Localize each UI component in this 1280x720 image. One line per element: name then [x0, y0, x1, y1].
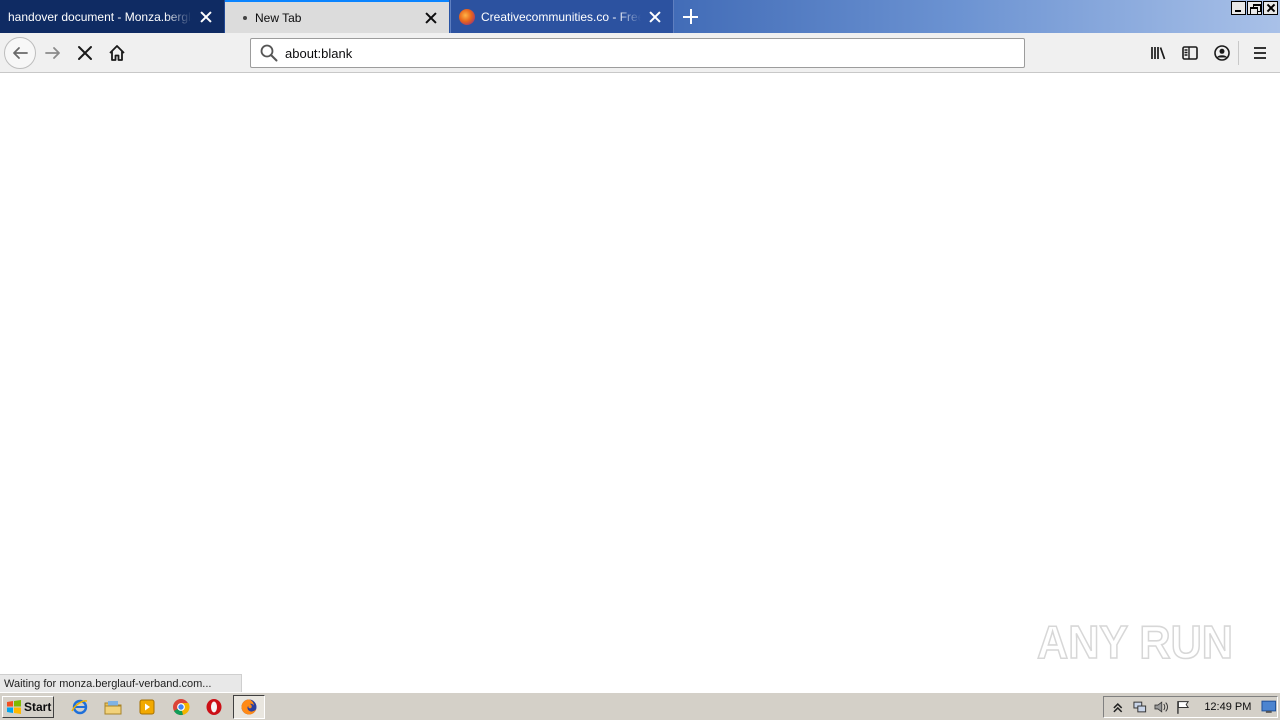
tab-title: handover document - Monza.berglauf-: [8, 9, 192, 24]
chrome-icon[interactable]: [171, 697, 191, 717]
firefox-icon: [241, 699, 257, 715]
toolbar-separator: [1238, 41, 1239, 65]
tab-creativecommunities[interactable]: Creativecommunities.co - Free All: [450, 0, 674, 33]
start-label: Start: [24, 700, 52, 714]
close-icon: [78, 46, 92, 60]
arrow-left-icon: [13, 47, 28, 59]
opera-icon[interactable]: [204, 697, 224, 717]
close-icon[interactable]: [647, 9, 663, 25]
windows-logo-icon: [7, 700, 21, 714]
library-icon: [1151, 47, 1166, 60]
show-desktop-icon[interactable]: [1261, 700, 1277, 714]
taskbar: Start 12:49 PM: [0, 692, 1280, 720]
hamburger-icon: [1254, 47, 1266, 59]
tab-title: New Tab: [255, 10, 302, 25]
clock[interactable]: 12:49 PM: [1204, 701, 1251, 713]
action-center-flag-icon[interactable]: [1175, 699, 1191, 715]
forward-button[interactable]: [37, 37, 69, 69]
volume-icon[interactable]: [1153, 699, 1169, 715]
page-content: [0, 74, 1280, 692]
tab-title: Creativecommunities.co - Free All: [481, 9, 641, 24]
firefox-taskbar-button[interactable]: [233, 695, 265, 719]
sidebar-button[interactable]: [1174, 37, 1206, 69]
start-button[interactable]: Start: [2, 696, 54, 718]
anyrun-watermark-logo: ANY RUN: [1037, 615, 1234, 669]
search-icon: [260, 44, 278, 62]
navigation-toolbar: [0, 33, 1280, 73]
account-icon: [1214, 45, 1230, 61]
tab-strip: handover document - Monza.berglauf- New …: [0, 0, 1280, 33]
watermark-text: ANY RUN: [1037, 616, 1233, 668]
menu-button[interactable]: [1244, 37, 1276, 69]
home-icon: [109, 45, 125, 61]
show-hidden-icons-icon[interactable]: [1110, 699, 1126, 715]
file-explorer-icon[interactable]: [103, 697, 123, 717]
close-icon[interactable]: [198, 9, 214, 25]
window-close-icon[interactable]: [1263, 1, 1278, 15]
library-button[interactable]: [1142, 37, 1174, 69]
home-button[interactable]: [101, 37, 133, 69]
window-controls: [1231, 1, 1278, 15]
minimize-icon[interactable]: [1231, 1, 1246, 15]
media-player-icon[interactable]: [137, 697, 157, 717]
internet-explorer-icon[interactable]: [70, 697, 90, 717]
arrow-right-icon: [45, 47, 60, 59]
site-favicon-icon: [459, 8, 475, 25]
system-tray: 12:49 PM: [1103, 696, 1278, 718]
back-button[interactable]: [4, 37, 36, 69]
new-tab-plus-icon[interactable]: [680, 6, 702, 28]
tab-new-tab[interactable]: New Tab: [225, 0, 449, 33]
restore-icon[interactable]: [1247, 1, 1262, 15]
url-input[interactable]: [285, 45, 1024, 61]
loading-indicator-icon: [243, 15, 247, 20]
url-bar[interactable]: [250, 38, 1025, 68]
tab-handover-document[interactable]: handover document - Monza.berglauf-: [0, 0, 224, 33]
account-button[interactable]: [1206, 37, 1238, 69]
stop-button[interactable]: [69, 37, 101, 69]
network-icon[interactable]: [1132, 699, 1148, 715]
status-bar: Waiting for monza.berglauf-verband.com..…: [0, 674, 242, 692]
sidebar-icon: [1182, 46, 1198, 60]
close-icon[interactable]: [423, 10, 439, 26]
